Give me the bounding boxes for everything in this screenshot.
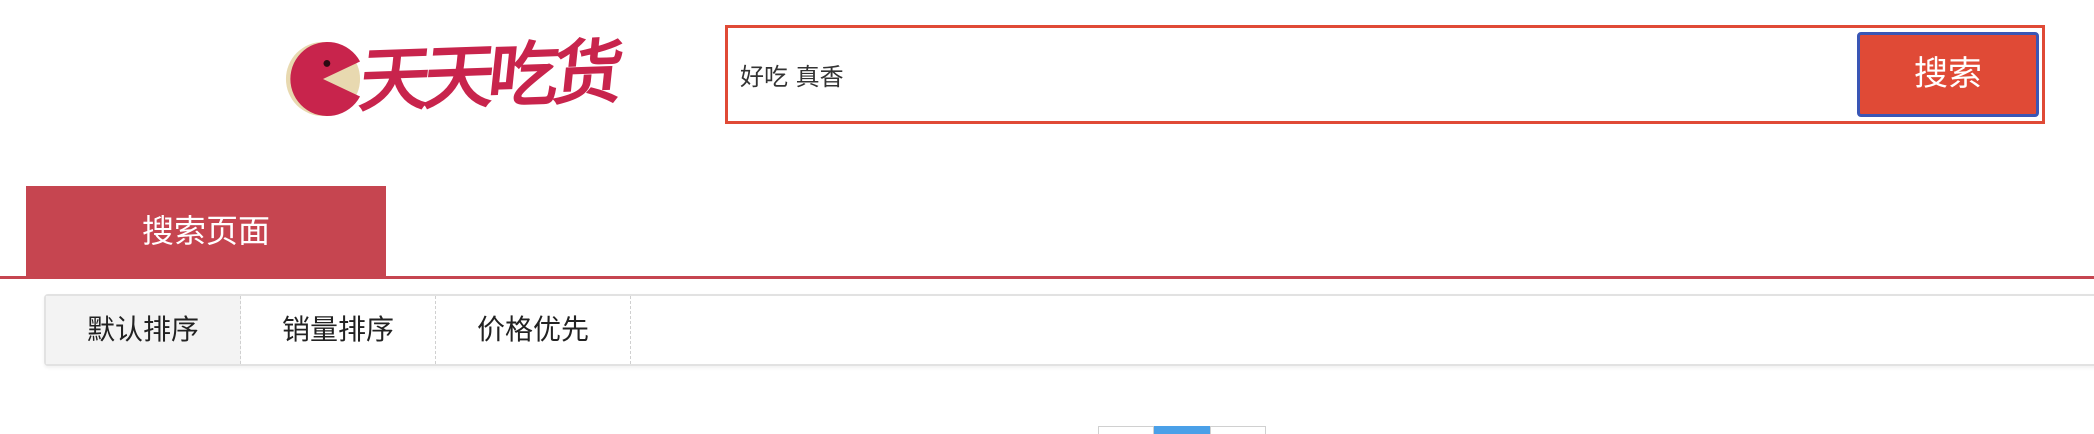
page-button-prev[interactable] — [1098, 426, 1154, 434]
pagination — [1098, 426, 1266, 434]
sort-by-price[interactable]: 价格优先 — [436, 296, 631, 364]
page-button-current[interactable] — [1154, 426, 1210, 434]
page-button-next[interactable] — [1210, 426, 1266, 434]
search-button[interactable]: 搜索 — [1857, 32, 2039, 117]
sort-bar: 默认排序 销量排序 价格优先 — [44, 294, 2094, 366]
tab-search-page[interactable]: 搜索页面 — [26, 186, 386, 276]
sort-by-sales[interactable]: 销量排序 — [241, 296, 436, 364]
logo-mouth-icon — [285, 41, 361, 117]
nav-divider — [0, 276, 2094, 279]
page: 天天吃货 搜索 搜索页面 默认排序 销量排序 价格优先 — [0, 0, 2094, 434]
search-input[interactable] — [728, 28, 1783, 121]
sort-default[interactable]: 默认排序 — [46, 296, 241, 364]
search-form: 搜索 — [725, 25, 2045, 124]
logo-text: 天天吃货 — [355, 30, 622, 122]
site-logo[interactable]: 天天吃货 — [282, 30, 652, 126]
